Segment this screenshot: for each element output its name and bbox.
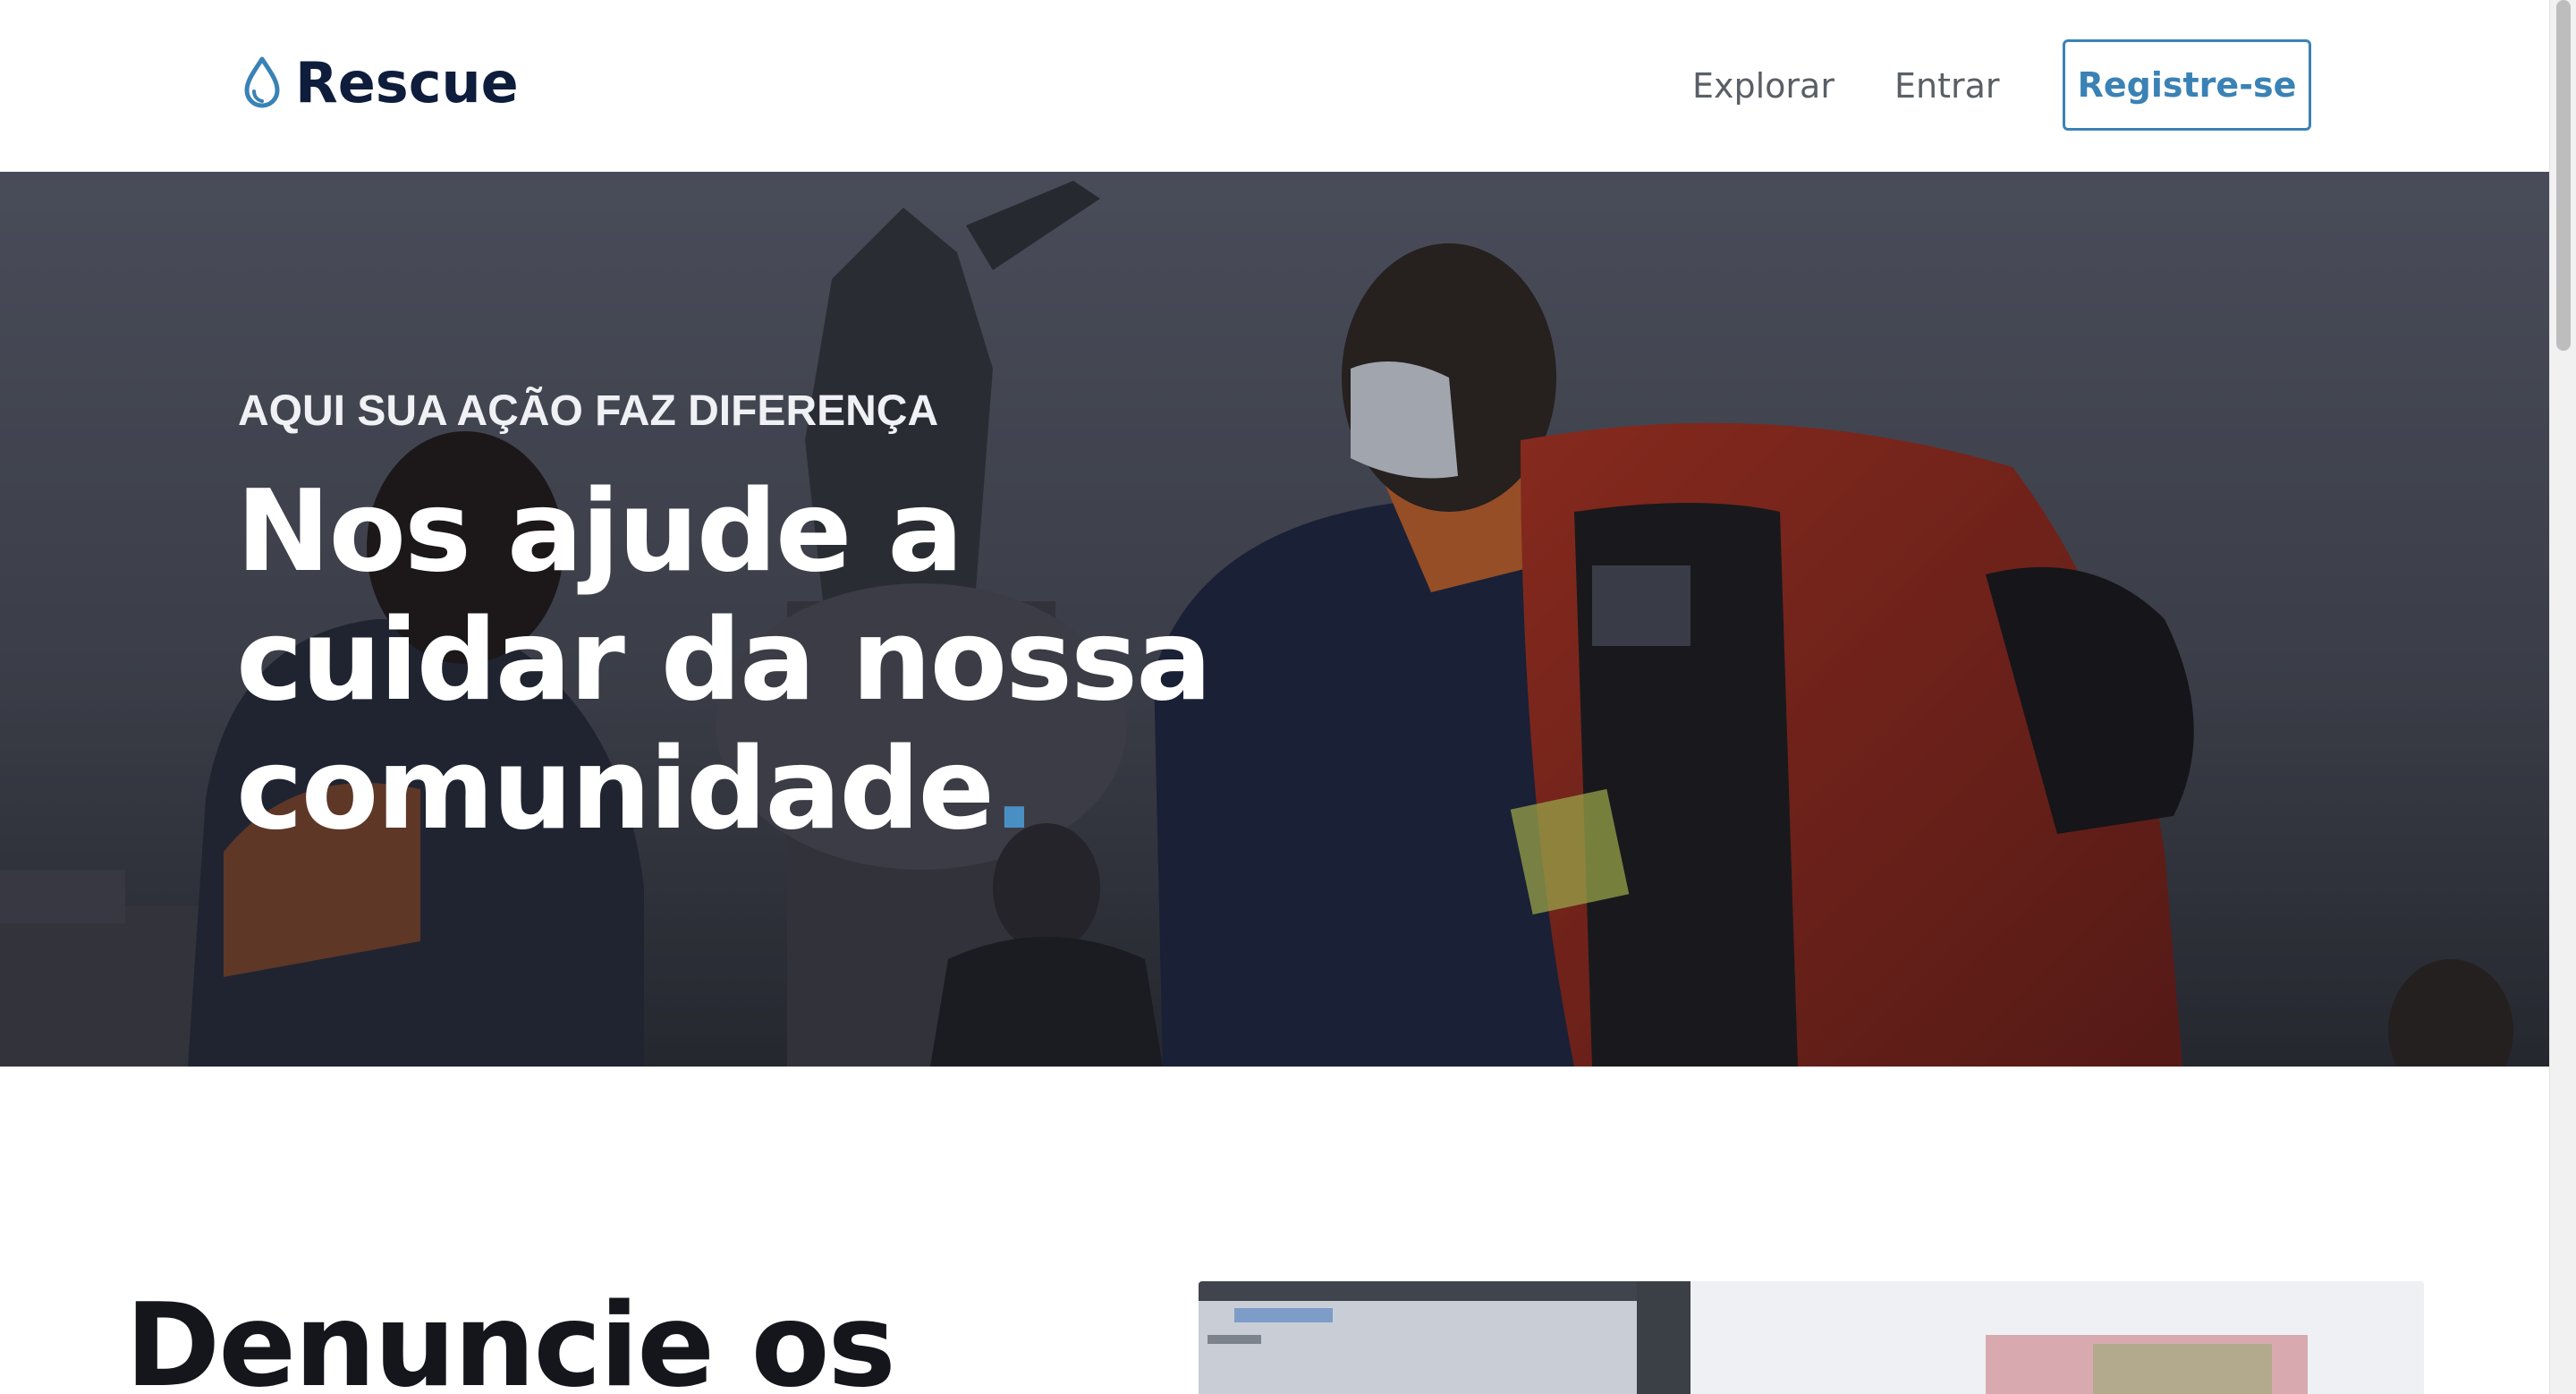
brand-name: Rescue xyxy=(295,49,519,115)
hero-title-line-3: comunidade xyxy=(236,723,995,854)
hero-title-line-2: cuidar da nossa xyxy=(236,594,1212,726)
page: Rescue Explorar Entrar Registre-se AQUI … xyxy=(0,0,2576,1394)
laptop-screen-photo xyxy=(1199,1281,2424,1394)
page-scrollbar[interactable] xyxy=(2549,0,2576,1394)
hero-section: AQUI SUA AÇÃO FAZ DIFERENÇA Nos ajude a … xyxy=(0,172,2549,1067)
hero-title-line-1: Nos ajude a xyxy=(236,465,963,597)
register-button[interactable]: Registre-se xyxy=(2063,39,2311,131)
water-drop-icon xyxy=(244,56,280,108)
hero-eyebrow: AQUI SUA AÇÃO FAZ DIFERENÇA xyxy=(238,387,939,435)
hero-title-dot: . xyxy=(993,723,1036,854)
site-header: Rescue Explorar Entrar Registre-se xyxy=(0,0,2549,172)
nav-login-link[interactable]: Entrar xyxy=(1894,59,2000,113)
nav-explore-link[interactable]: Explorar xyxy=(1692,59,1835,113)
brand-logo[interactable]: Rescue xyxy=(242,47,519,118)
section-heading: Denuncie os xyxy=(125,1279,896,1394)
hero-title: Nos ajude a cuidar da nossa comunidade. xyxy=(236,467,1309,854)
laptop-screen-image xyxy=(1199,1281,2424,1394)
scrollbar-thumb[interactable] xyxy=(2556,0,2571,351)
